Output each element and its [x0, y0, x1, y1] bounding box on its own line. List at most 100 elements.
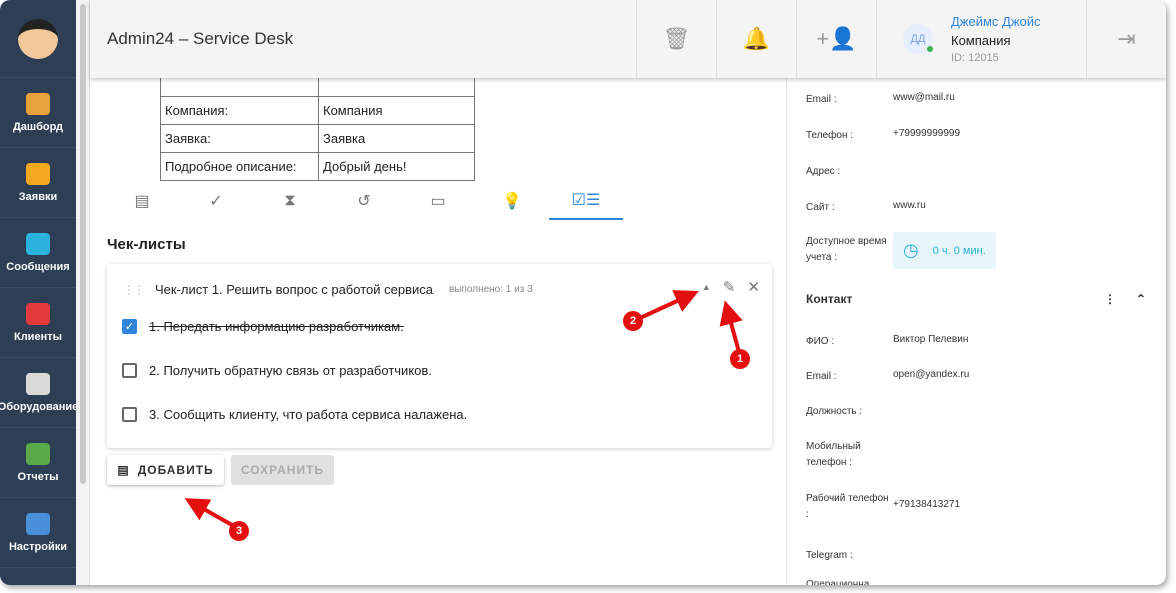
chevron-up-icon[interactable]: ⌃	[1136, 292, 1146, 306]
table-row: Заявка: Заявка	[160, 124, 475, 153]
contact-row: Рабочий телефон : +79138413271	[806, 491, 960, 523]
person-add-icon: +👤	[816, 26, 857, 51]
table-key: Заявка:	[160, 124, 319, 153]
checklist-item-text: 1. Передать информацию разработчикам.	[149, 319, 404, 334]
contact-header: Контакт ⋮ ⌃	[806, 292, 1146, 306]
contact-label: Должность :	[806, 406, 863, 417]
logout-icon: ⇥	[1117, 26, 1136, 51]
checklist-icon: ☑☰	[571, 192, 601, 209]
tab-history[interactable]: ↺	[327, 182, 401, 220]
sidebar-item[interactable]: Отчеты	[0, 428, 76, 498]
details-panel: Email : www@mail.ru Телефон : +79999999999 А…	[787, 78, 1166, 585]
annotation-3: 3	[229, 521, 249, 541]
sidebar-item-label: Клиенты	[13, 330, 62, 343]
user-name[interactable]: Джеймс Джойс	[951, 14, 1041, 29]
checkbox[interactable]	[122, 363, 137, 378]
checklist-item-text: 3. Сообщить клиенту, что работа сервиса …	[149, 407, 468, 422]
contact-value: +79138413271	[893, 499, 961, 510]
sidebar-item[interactable]: Заявки	[0, 148, 76, 218]
contact-value: open@yandex.ru	[893, 369, 970, 380]
contact-value: Виктор Пелевин	[893, 334, 969, 345]
info-label: Email :	[806, 94, 837, 105]
table-key: Подробное описание:	[160, 152, 319, 181]
tab-ideas[interactable]: 💡	[475, 182, 549, 220]
sidebar-item[interactable]: Дашборд	[0, 78, 76, 148]
sidebar-item-label: Отчеты	[17, 470, 59, 483]
sidebar-item-label: Настройки	[8, 540, 68, 553]
sidebar-item[interactable]: Настройки	[0, 498, 76, 568]
trash-icon: 🗑	[662, 26, 691, 51]
logout-button[interactable]: ⇥	[1086, 0, 1166, 78]
bell-icon: 🔔	[742, 26, 771, 51]
avatar: ДД	[903, 24, 933, 54]
contact-label: Telegram :	[806, 550, 853, 561]
edit-pencil-icon[interactable]: ✎	[723, 278, 736, 296]
table-value: Добрый день!	[318, 152, 475, 181]
sidebar: Дашборд Заявки Сообщения Клиенты Оборудовани…	[0, 0, 79, 585]
info-label: Сайт :	[806, 202, 835, 213]
annotation-1: 1	[730, 349, 750, 369]
info-value: www@mail.ru	[893, 92, 955, 103]
contact-row: Должность :	[806, 404, 893, 420]
tab-checklists[interactable]: ☑☰	[549, 182, 623, 220]
info-row: Сайт : www.ru	[806, 200, 926, 216]
menu-icon	[26, 92, 50, 115]
table-row: Компания: Компания	[160, 96, 475, 125]
info-row: Email : www@mail.ru	[806, 92, 955, 108]
contact-row: Telegram :	[806, 548, 893, 564]
devices-icon: ▭	[430, 193, 446, 210]
info-row: Адрес :	[806, 164, 893, 180]
tab-devices[interactable]: ▭	[401, 182, 475, 220]
add-user-button[interactable]: +👤	[796, 0, 876, 78]
save-button[interactable]: СОХРАНИТЬ	[231, 455, 334, 485]
checkbox[interactable]: ✓	[122, 319, 137, 334]
add-button[interactable]: ▤ ДОБАВИТЬ	[107, 455, 224, 485]
info-value: www.ru	[893, 200, 926, 211]
sidebar-item-label: Оборудование	[0, 400, 79, 413]
user-company: Компания	[951, 33, 1011, 48]
menu-icon	[26, 162, 50, 185]
checklist-title: Чек-лист 1. Решить вопрос с работой серв…	[155, 282, 433, 297]
menu-icon	[26, 442, 50, 465]
checklist-progress: выполнено: 1 из 3	[448, 284, 533, 295]
user-profile[interactable]: ДД Джеймс Джойс Компания ID: 12015	[876, 0, 1086, 78]
checklist-item: 2. Получить обратную связь от разработчи…	[122, 363, 432, 378]
scrollbar[interactable]	[76, 0, 90, 585]
table-row: Подробное описание: Добрый день!	[160, 152, 475, 181]
tab-tasks[interactable]: ✓	[179, 182, 253, 220]
more-vert-icon[interactable]: ⋮	[1104, 292, 1116, 306]
info-label: Адрес :	[806, 166, 841, 177]
main-content: Компания: Компания Заявка: Заявка Подробное …	[90, 68, 787, 585]
collapse-button[interactable]: ▲	[702, 282, 711, 292]
checklist-item: 3. Сообщить клиенту, что работа сервиса …	[122, 407, 467, 422]
table-value: Заявка	[318, 124, 475, 153]
drag-handle-icon[interactable]: ⋮⋮	[123, 283, 145, 297]
tab-comments[interactable]: ▤	[105, 182, 179, 220]
sidebar-item-label: Сообщения	[6, 260, 70, 273]
close-icon[interactable]: ✕	[747, 278, 760, 296]
tab-timer[interactable]: ⧗	[253, 182, 327, 220]
notifications-button[interactable]: 🔔	[716, 0, 796, 78]
sidebar-item[interactable]: Клиенты	[0, 288, 76, 358]
avatar-logo[interactable]	[0, 0, 76, 78]
comment-icon: ▤	[117, 463, 130, 477]
history-icon: ↺	[357, 193, 371, 210]
contact-label: Мобильный телефон :	[806, 441, 861, 468]
info-label: Телефон :	[806, 130, 854, 141]
save-button-label: СОХРАНИТЬ	[240, 463, 325, 477]
checklist-card: ⋮⋮ Чек-лист 1. Решить вопрос с работой се…	[107, 264, 772, 448]
table-value: Компания	[318, 96, 475, 125]
checkbox[interactable]	[122, 407, 137, 422]
menu-icon	[26, 232, 50, 255]
contact-title: Контакт	[806, 292, 853, 306]
menu-icon	[26, 372, 50, 395]
scrollbar-thumb[interactable]	[80, 4, 86, 484]
sidebar-item[interactable]: Оборудование	[0, 358, 79, 428]
section-title: Чек-листы	[107, 236, 186, 253]
time-label: Доступное время учета :	[806, 236, 887, 263]
sidebar-item[interactable]: Сообщения	[0, 218, 76, 288]
annotation-2: 2	[623, 311, 643, 331]
contact-row: Мобильный телефон :	[806, 439, 893, 471]
delete-button[interactable]: 🗑	[636, 0, 716, 78]
checklist-item-text: 2. Получить обратную связь от разработчи…	[149, 363, 432, 378]
